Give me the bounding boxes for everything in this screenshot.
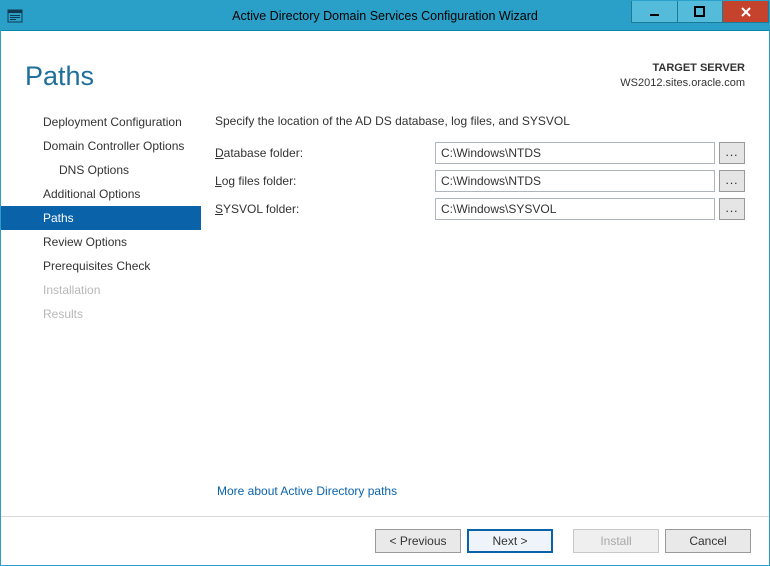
content-area: Deployment Configuration Domain Controll…: [1, 100, 769, 516]
target-server-block: TARGET SERVER WS2012.sites.oracle.com: [620, 61, 745, 92]
header-row: Paths TARGET SERVER WS2012.sites.oracle.…: [1, 31, 769, 100]
input-log-files-folder[interactable]: [435, 170, 715, 192]
input-database-folder[interactable]: [435, 142, 715, 164]
footer: < Previous Next > Install Cancel: [1, 516, 769, 565]
target-server-value: WS2012.sites.oracle.com: [620, 76, 745, 91]
instruction-text: Specify the location of the AD DS databa…: [215, 114, 745, 128]
label-log-files-folder: Log files folder:: [215, 174, 435, 188]
page-title: Paths: [25, 61, 94, 92]
nav-review-options[interactable]: Review Options: [1, 230, 201, 254]
caption-buttons: [631, 1, 769, 30]
titlebar: Active Directory Domain Services Configu…: [1, 1, 769, 31]
more-about-paths-link[interactable]: More about Active Directory paths: [215, 476, 745, 516]
row-log-files-folder: Log files folder: ...: [215, 170, 745, 192]
next-button[interactable]: Next >: [467, 529, 553, 553]
minimize-button[interactable]: [631, 1, 677, 23]
nav-deployment-configuration[interactable]: Deployment Configuration: [1, 110, 201, 134]
system-menu-icon[interactable]: [1, 1, 29, 30]
close-button[interactable]: [723, 1, 769, 23]
nav-paths[interactable]: Paths: [1, 206, 201, 230]
nav-dns-options[interactable]: DNS Options: [1, 158, 201, 182]
wizard-body: Paths TARGET SERVER WS2012.sites.oracle.…: [1, 31, 769, 565]
row-sysvol-folder: SYSVOL folder: ...: [215, 198, 745, 220]
nav-domain-controller-options[interactable]: Domain Controller Options: [1, 134, 201, 158]
nav-installation: Installation: [1, 278, 201, 302]
install-button: Install: [573, 529, 659, 553]
nav-results: Results: [1, 302, 201, 326]
label-database-folder: Database folder:: [215, 146, 435, 160]
label-sysvol-folder: SYSVOL folder:: [215, 202, 435, 216]
sidebar: Deployment Configuration Domain Controll…: [1, 100, 201, 516]
nav-prerequisites-check[interactable]: Prerequisites Check: [1, 254, 201, 278]
wizard-window: Active Directory Domain Services Configu…: [0, 0, 770, 566]
previous-button[interactable]: < Previous: [375, 529, 461, 553]
target-server-label: TARGET SERVER: [620, 61, 745, 76]
input-sysvol-folder[interactable]: [435, 198, 715, 220]
spacer: [215, 226, 745, 476]
row-database-folder: Database folder: ...: [215, 142, 745, 164]
cancel-button[interactable]: Cancel: [665, 529, 751, 553]
main-panel: Specify the location of the AD DS databa…: [201, 100, 759, 516]
browse-sysvol-folder[interactable]: ...: [719, 198, 745, 220]
browse-log-files-folder[interactable]: ...: [719, 170, 745, 192]
nav-additional-options[interactable]: Additional Options: [1, 182, 201, 206]
maximize-button[interactable]: [677, 1, 723, 23]
browse-database-folder[interactable]: ...: [719, 142, 745, 164]
